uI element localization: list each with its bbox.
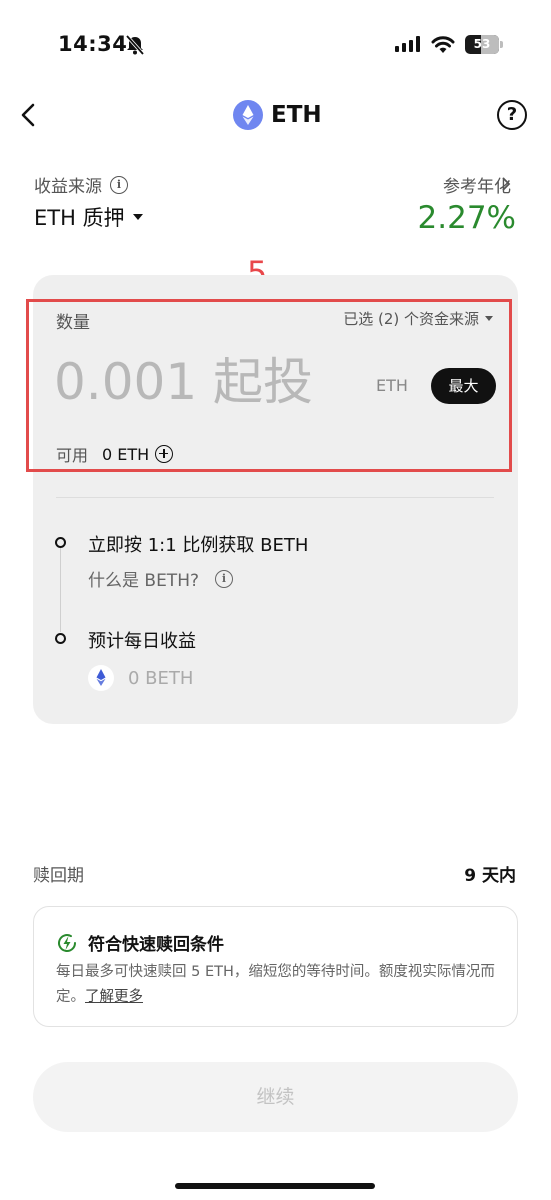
- home-indicator: [175, 1183, 375, 1189]
- beth-logo-icon: [88, 665, 114, 691]
- eth-logo-icon: [233, 100, 263, 130]
- timeline-dot: [55, 633, 66, 644]
- yield-source-label: 收益来源 i: [34, 172, 128, 197]
- battery-percent: 53: [473, 37, 491, 51]
- learn-more-link[interactable]: 了解更多: [85, 989, 143, 1005]
- back-arrow-icon[interactable]: [14, 98, 44, 132]
- fast-redeem-title: 符合快速赎回条件: [56, 930, 224, 955]
- apr-value: 2.27%: [417, 200, 516, 236]
- step-daily-earnings-title: 预计每日收益: [88, 631, 196, 652]
- page-title: ETH: [233, 98, 322, 132]
- status-time: 14:34: [58, 32, 128, 56]
- beth-earnings-value: 0 BETH: [128, 667, 194, 689]
- what-is-beth-text: 什么是 BETH?: [88, 571, 199, 591]
- chevron-right-icon[interactable]: [500, 176, 512, 192]
- fast-redeem-title-text: 符合快速赎回条件: [88, 935, 224, 955]
- page-title-text: ETH: [271, 102, 322, 128]
- nav-bar: ETH ?: [0, 90, 551, 140]
- lightning-bolt-icon: [58, 933, 77, 952]
- yield-source-value: ETH 质押: [34, 206, 125, 230]
- caret-down-icon: [132, 214, 143, 220]
- what-is-beth-link[interactable]: 什么是 BETH? i: [88, 566, 233, 591]
- help-icon[interactable]: ?: [497, 100, 527, 130]
- yield-source-label-text: 收益来源: [34, 177, 102, 197]
- beth-earnings-row: 0 BETH: [88, 665, 193, 691]
- step-beth-title: 立即按 1:1 比例获取 BETH: [88, 535, 309, 556]
- divider: [56, 497, 494, 498]
- yield-source-dropdown[interactable]: ETH 质押: [34, 202, 143, 232]
- info-icon[interactable]: i: [110, 175, 128, 194]
- cellular-signal-icon: [395, 36, 420, 52]
- wifi-icon: [431, 36, 455, 53]
- highlight-annotation-box: [26, 299, 512, 472]
- redemption-period-value: 9 天内: [464, 866, 516, 886]
- bell-muted-icon: [125, 34, 145, 56]
- redemption-period-label: 赎回期: [33, 866, 84, 886]
- timeline-dot: [55, 537, 66, 548]
- info-icon[interactable]: i: [215, 569, 233, 588]
- continue-button[interactable]: 继续: [33, 1062, 518, 1132]
- timeline-line: [60, 548, 61, 632]
- fast-redeem-description: 每日最多可快速赎回 5 ETH，缩短您的等待时间。额度视实际情况而定。了解更多: [56, 960, 506, 1010]
- status-bar: 14:34 53: [0, 0, 551, 90]
- battery-indicator: 53: [465, 35, 503, 54]
